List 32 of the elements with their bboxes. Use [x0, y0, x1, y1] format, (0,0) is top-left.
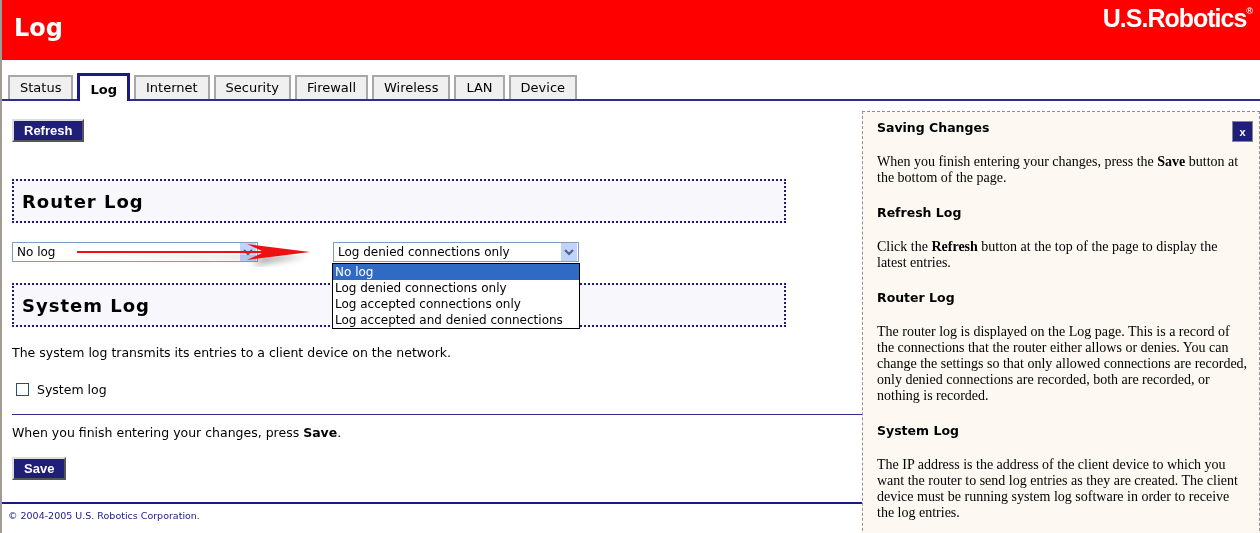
- logo: U.S.Robotics$^{®}$: [1102, 3, 1254, 33]
- help-text: The IP address is the address of the client device to which you want the router to send log entries as they are created. The client device must be running system log software in order to receive the log entries.: [877, 457, 1239, 521]
- close-button[interactable]: x: [1232, 121, 1253, 142]
- tab[interactable]: Security: [213, 75, 291, 99]
- tab[interactable]: Internet: [133, 75, 210, 99]
- tab[interactable]: LAN: [454, 75, 505, 99]
- help-text: The router log is displayed on the Log page. This is a record of the connections that the router either allows or denies. You can change the settings so that only allowed connections are recorded, only denied connections are recorded, both are recorded, or nothing is recorded.: [877, 324, 1249, 404]
- section-heading: System Log: [22, 294, 150, 316]
- log-select[interactable]: Log denied connections only: [333, 242, 579, 262]
- help-heading: Saving Changes: [877, 120, 990, 135]
- log-select[interactable]: No log: [12, 242, 258, 262]
- copyright-text: © 2004-2005 U.S. Robotics Corporation.: [8, 510, 200, 521]
- tab[interactable]: Firewall: [295, 75, 368, 99]
- help-text: When you finish entering your changes, press the Save button at the bottom of the page.: [877, 154, 1240, 186]
- dropdown-option[interactable]: No log: [333, 264, 579, 280]
- help-heading: System Log: [877, 423, 959, 438]
- tab[interactable]: Device: [508, 75, 578, 99]
- page-title: Log: [13, 13, 63, 42]
- save-note: When you finish entering your changes, press Save.: [12, 425, 343, 440]
- tab[interactable]: Wireless: [372, 75, 451, 99]
- checkbox-label: System log: [37, 382, 107, 397]
- tab[interactable]: Status: [8, 75, 74, 99]
- tab[interactable]: Log: [77, 73, 130, 101]
- help-text: Click the Refresh button at the top of the page to display the latest entries.: [877, 239, 1219, 271]
- refresh-button[interactable]: Refresh: [12, 119, 85, 142]
- checkbox[interactable]: [16, 383, 29, 396]
- save-button[interactable]: Save: [12, 457, 67, 480]
- help-heading: Router Log: [877, 290, 955, 305]
- description-text: The system log transmits its entries to a client device on the network.: [12, 345, 452, 360]
- section-heading: Router Log: [22, 190, 144, 212]
- help-heading: Refresh Log: [877, 205, 962, 220]
- caret-icon: [561, 243, 577, 261]
